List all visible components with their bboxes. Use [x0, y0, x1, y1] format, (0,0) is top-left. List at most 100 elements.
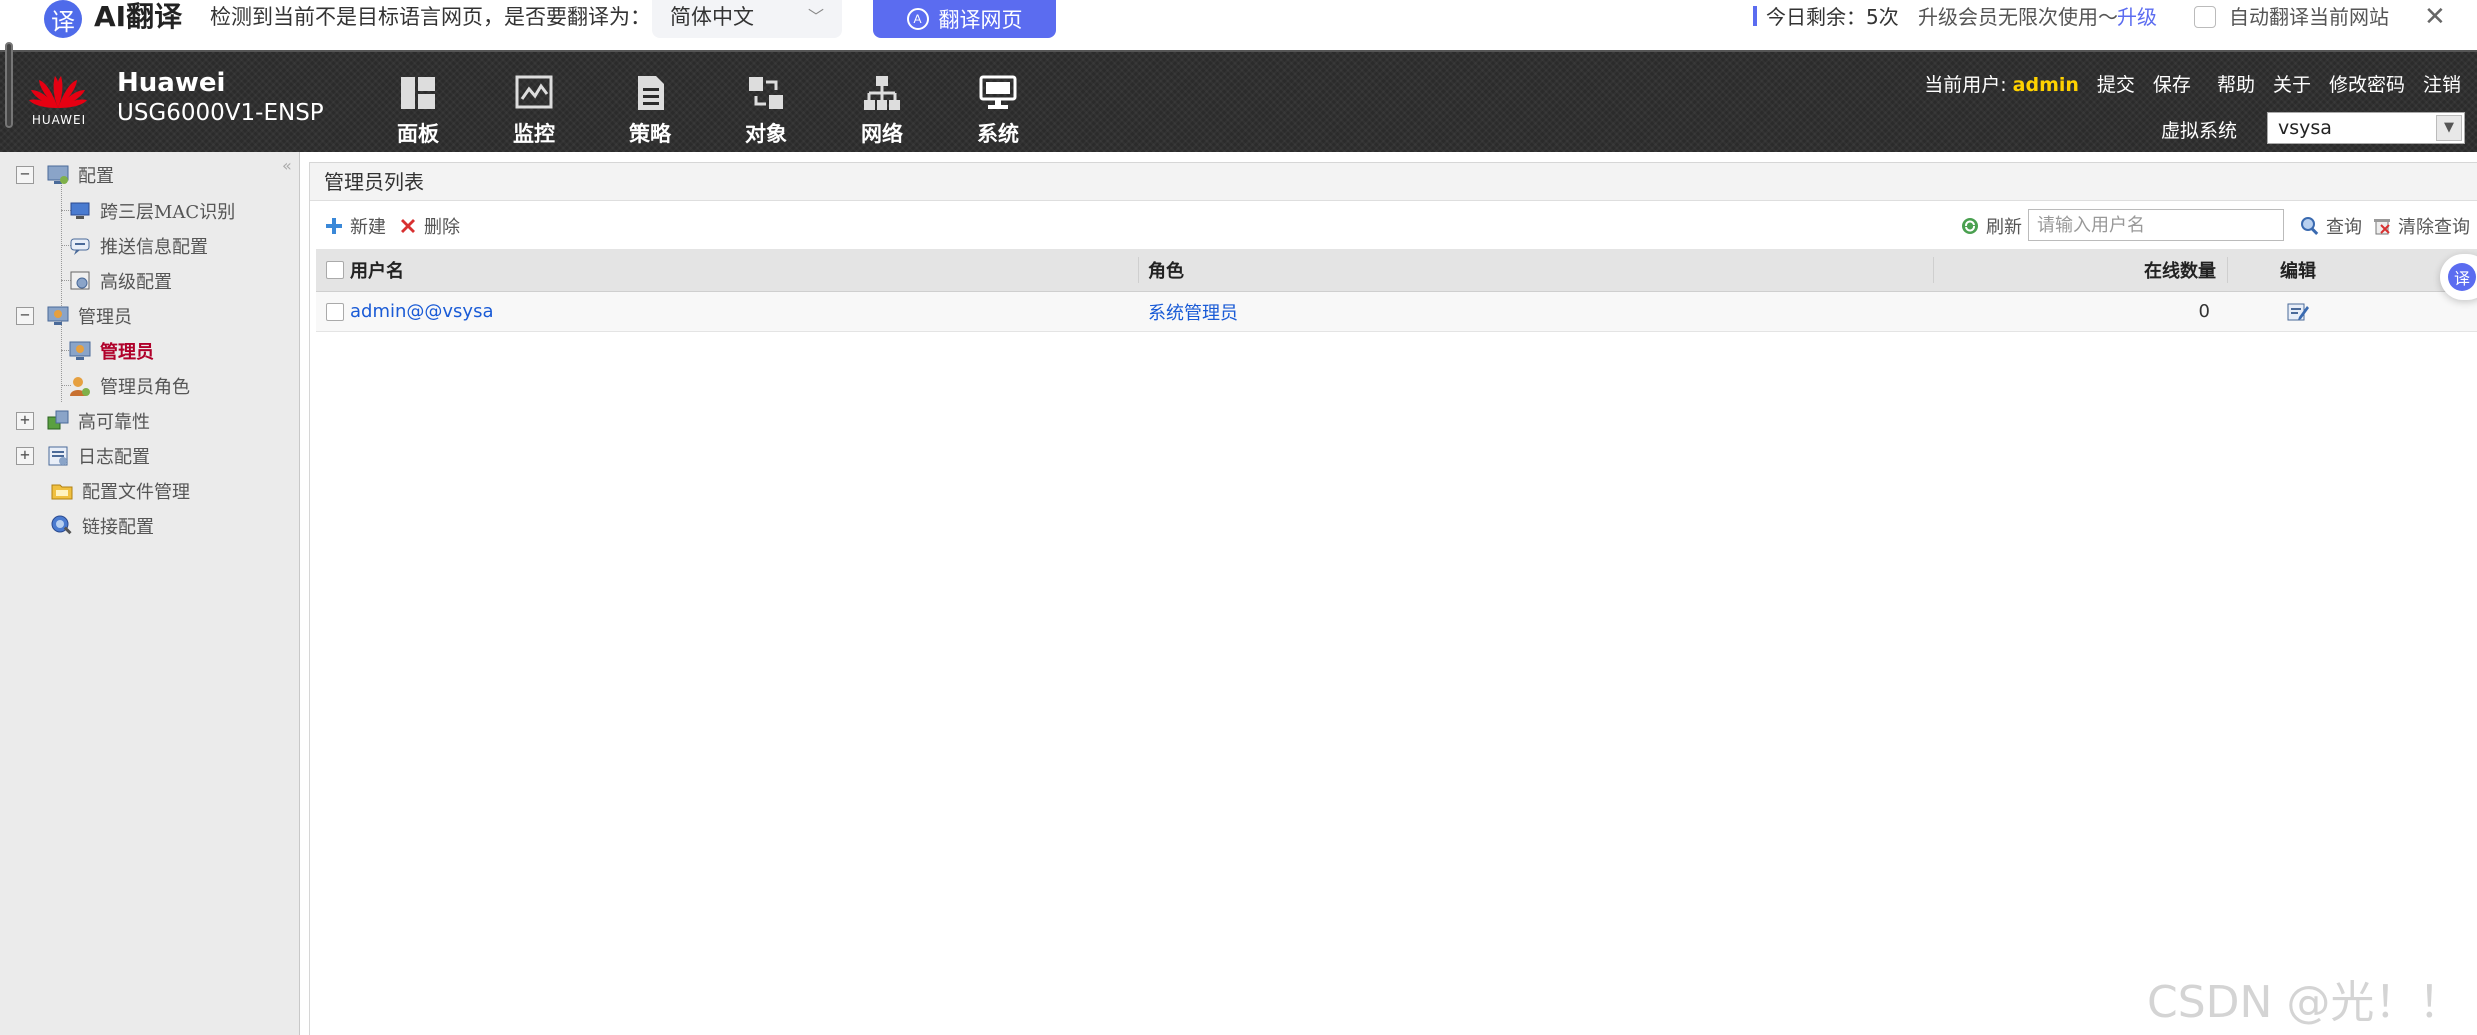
- row-checkbox[interactable]: [326, 302, 344, 321]
- refresh-label: 刷新: [1986, 217, 2022, 238]
- column-separator: [1138, 257, 1139, 283]
- sidebar-item-label: 配置文件管理: [82, 482, 190, 503]
- target-language-value: 简体中文: [670, 5, 754, 29]
- column-separator: [1933, 257, 1934, 283]
- column-header-role[interactable]: 角色: [1148, 249, 1184, 291]
- sidebar-item-log-config[interactable]: + 日志配置: [16, 441, 150, 471]
- column-header-username[interactable]: 用户名: [350, 249, 404, 291]
- upgrade-link[interactable]: 升级: [2117, 0, 2157, 34]
- network-icon: [864, 76, 900, 110]
- change-password-link[interactable]: 修改密码: [2329, 70, 2405, 97]
- refresh-button[interactable]: 刷新: [1960, 213, 2022, 239]
- collapse-toggle-icon[interactable]: −: [16, 166, 34, 184]
- translate-page-label: 翻译网页: [938, 9, 1023, 32]
- watermark: CSDN @光！！: [2147, 977, 2463, 1028]
- translate-icon: A: [906, 8, 929, 30]
- config-icon: [47, 165, 69, 184]
- clear-query-button[interactable]: 清除查询: [2372, 213, 2470, 239]
- table-row[interactable]: admin@@vsysa 系统管理员 0: [316, 292, 2477, 332]
- sidebar: « − 配置 跨三层MAC识别 推送信息配置 高级配置 − 管理员 管理员 管理…: [0, 152, 300, 1035]
- select-all-checkbox[interactable]: [326, 261, 344, 279]
- query-label: 查询: [2326, 217, 2362, 238]
- sidebar-item-config-file[interactable]: 配置文件管理: [50, 476, 190, 506]
- about-link[interactable]: 关于: [2273, 70, 2311, 97]
- collapse-toggle-icon[interactable]: −: [16, 307, 34, 325]
- query-button[interactable]: 查询: [2300, 213, 2362, 239]
- sidebar-item-config[interactable]: − 配置: [16, 160, 114, 190]
- delete-button[interactable]: 删除: [398, 213, 460, 239]
- upgrade-text: 升级会员无限次使用～: [1918, 5, 2118, 29]
- column-header-online-count[interactable]: 在线数量: [1936, 249, 2216, 291]
- close-icon[interactable]: ✕: [2424, 0, 2446, 34]
- monitor-icon: [515, 75, 553, 109]
- drag-handle[interactable]: [5, 42, 13, 128]
- edit-icon[interactable]: [2286, 301, 2310, 323]
- collapse-sidebar-icon[interactable]: «: [282, 156, 292, 175]
- plus-icon: [326, 218, 342, 234]
- translate-badge-icon: 译: [2448, 263, 2476, 291]
- sidebar-item-advanced-config[interactable]: 高级配置: [68, 266, 172, 296]
- nav-label: 策略: [629, 122, 671, 146]
- sidebar-item-label: 管理员: [78, 307, 132, 328]
- translate-title: AI翻译: [94, 0, 183, 33]
- main-nav: 面板 监控 策略 对象 网络 系统: [360, 52, 1056, 152]
- nav-system[interactable]: 系统: [940, 52, 1056, 152]
- logout-link[interactable]: 注销: [2423, 70, 2461, 97]
- table-header: 用户名 角色 在线数量 编辑: [316, 249, 2477, 292]
- sidebar-item-label: 日志配置: [78, 447, 150, 468]
- log-config-icon: [48, 446, 68, 466]
- delete-icon: [401, 219, 415, 233]
- computer-icon: [70, 202, 90, 219]
- chevron-down-icon: ﹀: [807, 7, 824, 26]
- role-link[interactable]: 系统管理员: [1148, 292, 1238, 331]
- virtual-system-value: vsysa: [2278, 117, 2332, 139]
- new-button[interactable]: 新建: [324, 213, 386, 239]
- sidebar-item-link-config[interactable]: 链接配置: [50, 511, 154, 541]
- auto-translate-label: 自动翻译当前网站: [2229, 5, 2389, 29]
- save-link[interactable]: 保存: [2153, 70, 2191, 97]
- remaining-count: 今日剩余：5次: [1766, 5, 1899, 29]
- remaining-marker: [1753, 6, 1757, 26]
- username-link[interactable]: admin@@vsysa: [350, 292, 494, 331]
- expand-toggle-icon[interactable]: +: [16, 412, 34, 430]
- sidebar-item-administrator-list[interactable]: 管理员: [68, 336, 154, 366]
- nav-label: 对象: [745, 122, 787, 146]
- translate-logo-icon: 译: [44, 0, 82, 38]
- translate-page-button[interactable]: A 翻译网页: [873, 0, 1056, 38]
- sidebar-item-push-info[interactable]: 推送信息配置: [68, 231, 208, 261]
- chevron-down-icon: ▼: [2436, 115, 2462, 141]
- high-availability-icon: [47, 410, 69, 430]
- translate-bar: 译 AI翻译 检测到当前不是目标语言网页，是否要翻译为： 简体中文 ﹀ A 翻译…: [0, 0, 2477, 50]
- huawei-logo-text: HUAWEI: [31, 113, 87, 127]
- sidebar-item-high-availability[interactable]: + 高可靠性: [16, 406, 150, 436]
- nav-network[interactable]: 网络: [824, 52, 940, 152]
- nav-dashboard[interactable]: 面板: [360, 52, 476, 152]
- nav-object[interactable]: 对象: [708, 52, 824, 152]
- sidebar-item-administrator[interactable]: − 管理员: [16, 301, 132, 331]
- sidebar-item-cross-l3-mac[interactable]: 跨三层MAC识别: [68, 196, 235, 226]
- current-user: admin: [2012, 74, 2079, 96]
- username-search-input[interactable]: [2028, 209, 2284, 241]
- auto-translate-checkbox[interactable]: [2194, 6, 2216, 28]
- edit-cell: [2228, 292, 2368, 331]
- help-link[interactable]: 帮助: [2217, 70, 2255, 97]
- product-brand: Huawei USG6000V1-ENSP: [117, 68, 324, 128]
- virtual-system-select[interactable]: vsysa ▼: [2267, 112, 2465, 144]
- target-language-select[interactable]: 简体中文 ﹀: [652, 0, 842, 38]
- submit-link[interactable]: 提交: [2097, 70, 2135, 97]
- sidebar-item-label: 跨三层MAC识别: [100, 202, 236, 223]
- brand-name: Huawei: [117, 68, 226, 98]
- sidebar-item-administrator-role[interactable]: 管理员角色: [68, 371, 190, 401]
- user-toolbar: 当前用户: admin 提交 保存 帮助 关于 修改密码 注销: [1924, 70, 2461, 97]
- row-select-cell: [326, 292, 344, 331]
- policy-icon: [638, 76, 664, 110]
- select-all-cell: [326, 249, 344, 291]
- administrator-table: 用户名 角色 在线数量 编辑 admin@@vsysa 系统管理员 0: [316, 249, 2477, 332]
- nav-policy[interactable]: 策略: [592, 52, 708, 152]
- expand-toggle-icon[interactable]: +: [16, 447, 34, 465]
- folder-icon: [51, 484, 73, 500]
- nav-monitor[interactable]: 监控: [476, 52, 592, 152]
- main-content: 管理员列表 新建 删除 刷新 查询 清除查询: [301, 152, 2477, 1035]
- object-icon: [749, 77, 783, 109]
- virtual-system-label: 虚拟系统: [2161, 120, 2238, 142]
